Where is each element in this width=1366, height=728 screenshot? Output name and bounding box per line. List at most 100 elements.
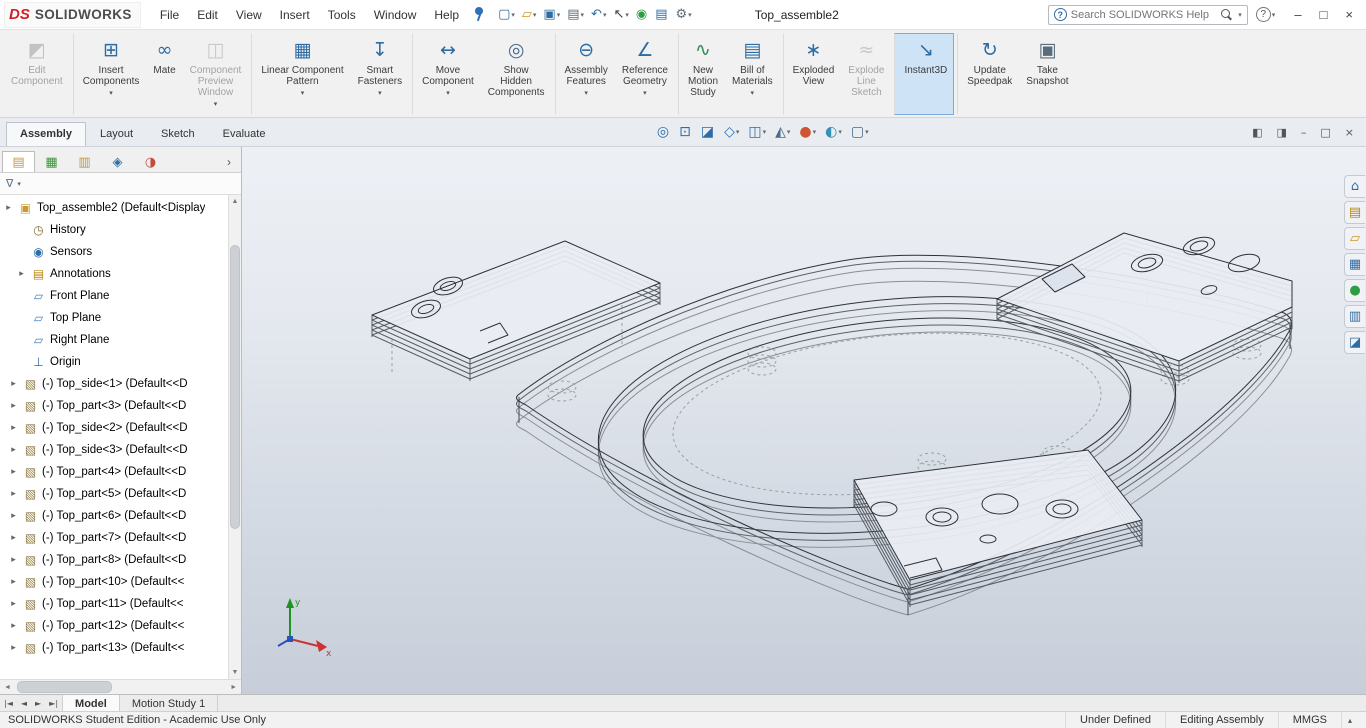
menu-item[interactable]: File [151, 3, 188, 27]
tree-item[interactable]: ▸ ▧ (-) Top_part<10> (Default<< [0, 571, 228, 593]
select-button[interactable]: ↖ ▾ [610, 6, 631, 23]
expand-arrow-icon[interactable]: ▸ [8, 643, 19, 653]
tab-motion-study-1[interactable]: Motion Study 1 [120, 695, 219, 711]
help-caret-icon[interactable]: ▾ [1272, 11, 1276, 19]
scrollbar-track[interactable] [15, 680, 226, 694]
view-palette-icon[interactable]: ▦ [1344, 253, 1365, 276]
edit-component-button[interactable]: ◩ Edit Component [4, 33, 70, 115]
edit-appearance-icon[interactable]: ● ▾ [796, 123, 819, 141]
help-button[interactable]: ? [1255, 7, 1271, 22]
document-close-button[interactable]: × [1339, 125, 1360, 140]
configurationmanager-tab[interactable]: ▥ [68, 151, 101, 172]
tree-item[interactable]: ▸ ▧ (-) Top_side<2> (Default<<D [0, 417, 228, 439]
tree-item[interactable]: ▸ ▧ (-) Top_part<8> (Default<<D [0, 549, 228, 571]
scrollbar-thumb[interactable] [16, 681, 112, 693]
assembly-features-button[interactable]: ⊖ Assembly Features ▾ [554, 33, 615, 115]
expand-arrow-icon[interactable]: ▸ [8, 401, 19, 411]
menu-item[interactable]: Edit [188, 3, 227, 27]
settings-button[interactable]: ⚙ ▾ [673, 6, 695, 23]
document-minimize-button[interactable]: – [1295, 125, 1313, 140]
insert-components-button[interactable]: ⊞ Insert Components ▾ [72, 33, 147, 115]
new-document-button[interactable]: ▢ ▾ [495, 6, 518, 23]
tree-item[interactable]: ▸ ▧ (-) Top_part<5> (Default<<D [0, 483, 228, 505]
explode-line-sketch-button[interactable]: ≈ Explode Line Sketch [841, 33, 891, 115]
expand-arrow-icon[interactable]: ▸ [16, 269, 27, 279]
menu-item[interactable]: Tools [319, 3, 365, 27]
minimize-button[interactable]: – [1285, 5, 1310, 24]
tab-assembly[interactable]: Assembly [6, 122, 86, 146]
tab-scroll-button[interactable]: ► [31, 699, 45, 708]
tree-item[interactable]: ◷ History [0, 219, 228, 241]
file-explorer-icon[interactable]: ▱ [1344, 227, 1365, 250]
component-preview-window-button[interactable]: ◫ Component Preview Window ▾ [183, 33, 249, 115]
reference-geometry-button[interactable]: ∠ Reference Geometry ▾ [615, 33, 675, 115]
document-restore-button[interactable]: □ [1314, 125, 1336, 140]
expand-arrow-icon[interactable]: ▸ [8, 445, 19, 455]
tab-scroll-button[interactable]: ◄ [17, 699, 31, 708]
section-view-icon[interactable]: ◪ [698, 123, 718, 141]
smart-fasteners-button[interactable]: ↧ Smart Fasteners ▾ [351, 33, 409, 115]
search-scope-caret-icon[interactable]: ▾ [1238, 11, 1242, 19]
model-wireframe[interactable]: x y [242, 147, 1366, 694]
take-snapshot-button[interactable]: ▣ Take Snapshot [1019, 33, 1075, 115]
options-toggle-button[interactable]: ◉ [633, 6, 651, 23]
appearances-scenes-icon[interactable]: ● [1344, 279, 1365, 302]
zoom-to-area-icon[interactable]: ⊡ [676, 123, 695, 141]
scrollbar-thumb[interactable] [230, 244, 240, 529]
expand-arrow-icon[interactable]: ▸ [3, 203, 14, 213]
task-list-button[interactable]: ▤ [652, 6, 671, 23]
expand-arrow-icon[interactable]: ▸ [8, 599, 19, 609]
print-button[interactable]: ▤ ▾ [564, 6, 587, 23]
status-caret-icon[interactable]: ▴ [1340, 712, 1358, 728]
tree-item[interactable]: ⊥ Origin [0, 351, 228, 373]
pane-next-button[interactable]: ◨ [1270, 125, 1292, 140]
expand-arrow-icon[interactable]: ▸ [8, 621, 19, 631]
tree-item[interactable]: ▸ ▧ (-) Top_part<11> (Default<< [0, 593, 228, 615]
update-speedpak-button[interactable]: ↻ Update Speedpak [957, 33, 1019, 115]
show-hidden-components-button[interactable]: ◎ Show Hidden Components [481, 33, 552, 115]
tree-item[interactable]: ▸ ▧ (-) Top_part<7> (Default<<D [0, 527, 228, 549]
graphics-area[interactable]: x y ⌂ ▤ ▱ ▦ ● ▥ ◪ [242, 147, 1366, 694]
featuremanager-tab[interactable]: ▤ [2, 151, 35, 172]
instant3d-button[interactable]: ↘ Instant3D [894, 33, 955, 115]
tree-item[interactable]: ▸ ▧ (-) Top_part<13> (Default<< [0, 637, 228, 659]
mate-button[interactable]: ∞ Mate [146, 33, 182, 115]
scroll-down-icon[interactable]: ▼ [232, 666, 239, 679]
displaymanager-tab[interactable]: ◑ [134, 151, 167, 172]
magnifier-icon[interactable] [1220, 8, 1233, 21]
menu-item[interactable]: Window [365, 3, 426, 27]
search-input[interactable] [1070, 8, 1217, 21]
panel-expand-chevron-icon[interactable]: › [227, 155, 239, 172]
maximize-button[interactable]: □ [1311, 5, 1337, 24]
expand-arrow-icon[interactable]: ▸ [8, 577, 19, 587]
tree-item[interactable]: ▱ Front Plane [0, 285, 228, 307]
tab-evaluate[interactable]: Evaluate [209, 122, 280, 146]
expand-arrow-icon[interactable]: ▸ [8, 489, 19, 499]
display-style-icon[interactable]: ◫ ▾ [745, 123, 769, 141]
tab-model[interactable]: Model [63, 695, 120, 711]
tree-item[interactable]: ▸ ▧ (-) Top_part<6> (Default<<D [0, 505, 228, 527]
tree-item[interactable]: ▸ ▧ (-) Top_part<3> (Default<<D [0, 395, 228, 417]
tree-horizontal-scrollbar[interactable]: ◄ ► [0, 679, 241, 694]
scroll-up-icon[interactable]: ▲ [232, 195, 239, 208]
menu-item[interactable]: Insert [271, 3, 319, 27]
undo-button[interactable]: ↶ ▾ [588, 6, 609, 23]
scrollbar-track[interactable] [229, 208, 241, 666]
pane-previous-button[interactable]: ◧ [1246, 125, 1268, 140]
tree-item[interactable]: ▸ ▤ Annotations [0, 263, 228, 285]
tree-item[interactable]: ▸ ▧ (-) Top_side<3> (Default<<D [0, 439, 228, 461]
scroll-right-icon[interactable]: ► [226, 684, 241, 691]
open-button[interactable]: ▱ ▾ [519, 6, 540, 23]
solidworks-resources-icon[interactable]: ⌂ [1344, 175, 1365, 198]
dimxpertmanager-tab[interactable]: ◈ [101, 151, 134, 172]
solidworks-forum-icon[interactable]: ◪ [1344, 331, 1365, 354]
filter-caret-icon[interactable]: ▾ [17, 180, 21, 188]
tree-filter-bar[interactable]: ∇ ▾ [0, 173, 241, 195]
menu-item[interactable]: Help [425, 3, 468, 27]
design-library-icon[interactable]: ▤ [1344, 201, 1365, 224]
view-orientation-icon[interactable]: ◇ ▾ [721, 123, 742, 141]
tree-item[interactable]: ▱ Top Plane [0, 307, 228, 329]
expand-arrow-icon[interactable]: ▸ [8, 423, 19, 433]
help-search-box[interactable]: ? ▾ [1047, 4, 1248, 25]
save-button[interactable]: ▣ ▾ [540, 6, 563, 23]
